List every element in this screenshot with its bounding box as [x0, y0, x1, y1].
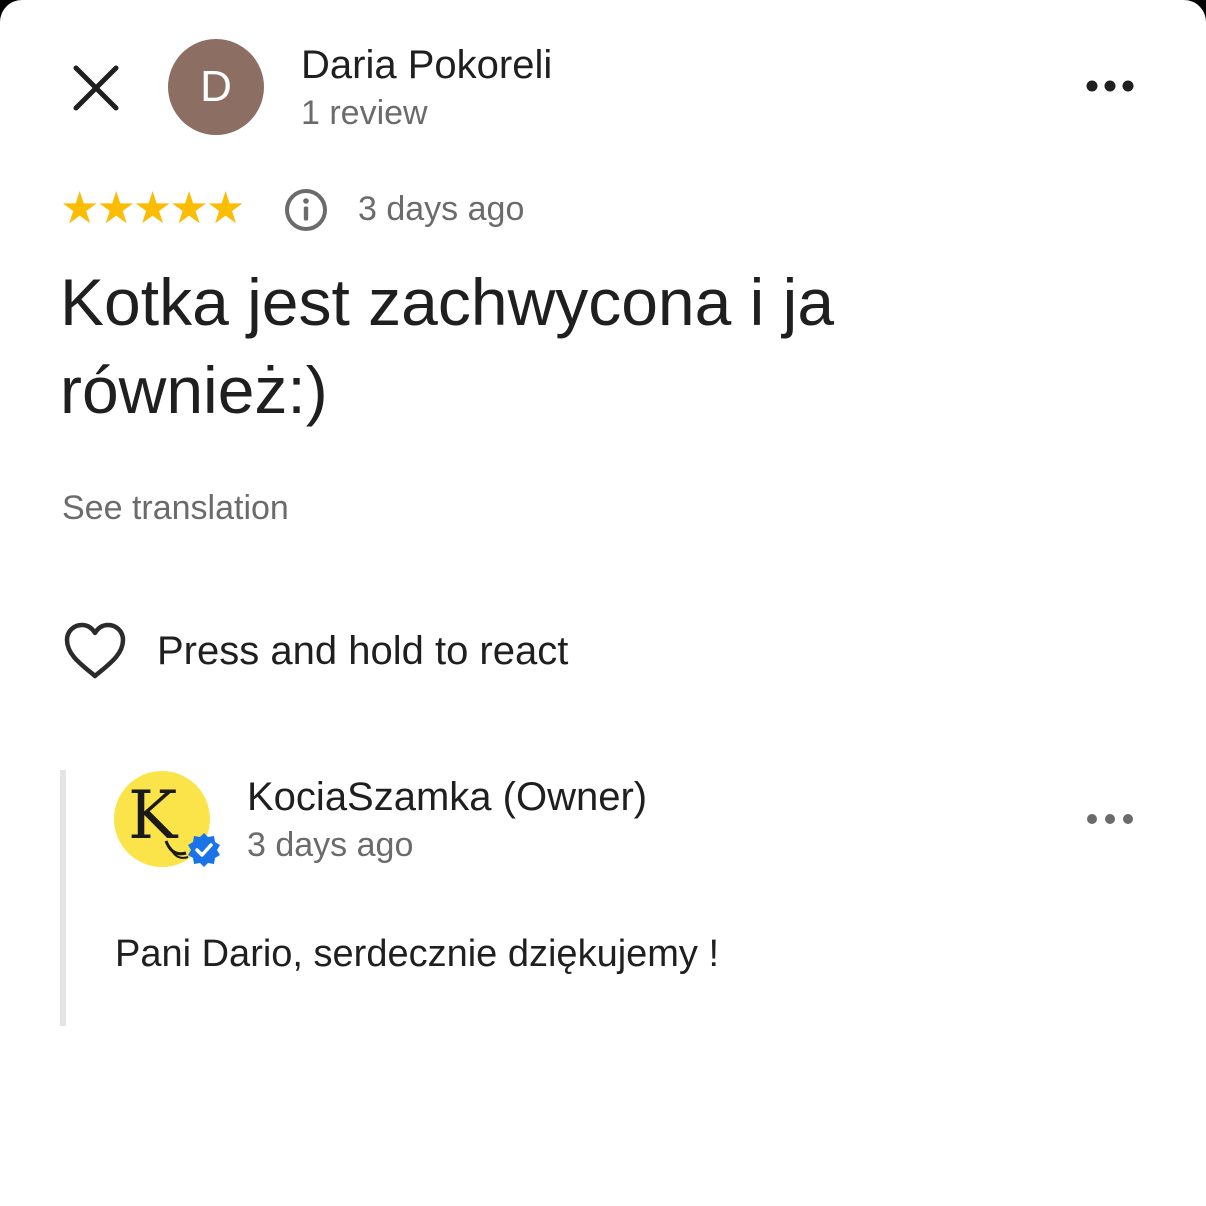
react-label: Press and hold to react — [157, 629, 569, 673]
star-icon: ★ — [132, 183, 173, 234]
more-horizontal-icon — [1087, 814, 1133, 824]
author-review-count: 1 review — [301, 94, 428, 132]
star-icon: ★ — [96, 183, 136, 234]
star-icon: ★ — [205, 183, 246, 234]
review-more-button[interactable] — [1080, 68, 1140, 104]
close-button[interactable] — [66, 58, 126, 118]
more-horizontal-icon — [1086, 80, 1134, 92]
see-translation-link[interactable]: See translation — [62, 488, 289, 528]
review-detail-sheet: D Daria Pokoreli 1 review ★ ★ ★ ★ ★ 3 da… — [0, 0, 1206, 1206]
star-icon: ★ — [60, 183, 100, 234]
author-name[interactable]: Daria Pokoreli — [301, 42, 552, 88]
star-rating: ★ ★ ★ ★ ★ — [60, 183, 246, 234]
review-text: Kotka jest zachwycona i ja również:) — [60, 265, 835, 427]
info-icon — [285, 189, 327, 231]
owner-reply-text: Pani Dario, serdecznie dziękujemy ! — [115, 933, 720, 975]
reply-indent-bar — [60, 770, 66, 1026]
author-avatar[interactable]: D — [168, 39, 264, 135]
heart-outline-icon — [64, 622, 126, 679]
rating-info-button[interactable] — [282, 186, 330, 234]
reply-more-button[interactable] — [1080, 804, 1140, 834]
close-icon — [73, 65, 119, 111]
star-icon: ★ — [169, 183, 209, 234]
react-button[interactable]: Press and hold to react — [62, 620, 568, 682]
owner-name: KociaSzamka (Owner) — [247, 775, 648, 819]
author-avatar-initial: D — [200, 62, 232, 111]
owner-reply-date: 3 days ago — [247, 826, 414, 864]
verified-badge-icon — [188, 833, 220, 867]
review-date: 3 days ago — [358, 190, 525, 228]
